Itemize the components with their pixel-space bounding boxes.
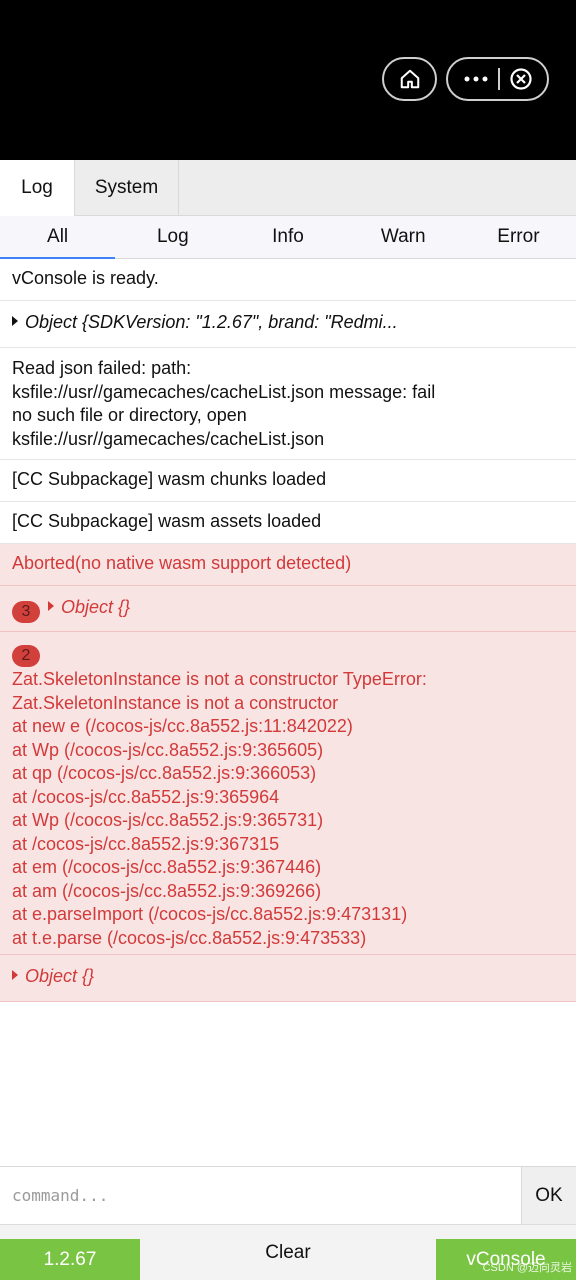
object-summary[interactable]: Object {SDKVersion: "1.2.67", brand: "Re… [25,312,398,332]
filter-error[interactable]: Error [461,216,576,258]
object-summary[interactable]: Object {} [61,597,130,617]
top-status-area [0,0,576,160]
log-text-line: no such file or directory, open [12,405,247,425]
log-filter-tabs: All Log Info Warn Error [0,216,576,259]
error-text: Aborted(no native wasm support detected) [12,553,352,573]
object-summary[interactable]: Object {} [25,966,94,986]
stack-line: at qp (/cocos-js/cc.8a552.js:9:366053) [12,763,317,783]
vconsole-toggle-button[interactable]: vConsole CSDN @迈向灵岩 [436,1239,576,1280]
clear-button[interactable]: Clear [140,1225,436,1280]
command-input[interactable] [0,1167,521,1224]
log-item-object[interactable]: Object {SDKVersion: "1.2.67", brand: "Re… [0,301,576,348]
log-item-error: Aborted(no native wasm support detected) [0,544,576,586]
expand-caret-icon[interactable] [12,316,18,326]
ok-button[interactable]: OK [521,1167,576,1224]
more-button[interactable] [463,75,489,83]
home-icon [399,68,421,90]
stack-line: at em (/cocos-js/cc.8a552.js:9:367446) [12,857,322,877]
stack-line: at Wp (/cocos-js/cc.8a552.js:9:365731) [12,810,324,830]
log-text: [CC Subpackage] wasm assets loaded [12,511,322,531]
log-text-line: ksfile://usr//gamecaches/cacheList.json [12,428,325,449]
capsule-divider [497,68,500,90]
menu-capsule [446,57,549,101]
stack-line: at Wp (/cocos-js/cc.8a552.js:9:365605) [12,739,324,760]
more-dots-icon [463,75,489,83]
log-item-error-object[interactable]: 3 Object {} [0,586,576,632]
watermark: CSDN @迈向灵岩 [482,1262,572,1274]
stack-line: at am (/cocos-js/cc.8a552.js:9:369266) [12,880,322,901]
close-button[interactable] [509,67,533,91]
log-text-line: Read json failed: path: [12,358,192,378]
stack-line: at new e (/cocos-js/cc.8a552.js:11:84202… [12,716,353,736]
filter-all[interactable]: All [0,216,116,259]
log-text: vConsole is ready. [12,268,159,288]
stack-line: Zat.SkeletonInstance is not a constructo… [12,692,339,713]
panel-tabs: Log System [0,160,576,216]
stack-line: at /cocos-js/cc.8a552.js:9:365964 [12,786,280,807]
repeat-count-badge: 2 [12,645,40,667]
filter-log[interactable]: Log [115,216,230,258]
stack-line: at e.parseImport (/cocos-js/cc.8a552.js:… [12,904,408,924]
log-item-error-object[interactable]: Object {} [0,955,576,1002]
stack-line: Zat.SkeletonInstance is not a constructo… [12,669,427,689]
log-text-line: ksfile://usr//gamecaches/cacheList.json … [12,381,436,402]
command-bar: OK [0,1166,576,1224]
expand-caret-icon[interactable] [12,970,18,980]
log-item-error-stack: 2 Zat.SkeletonInstance is not a construc… [0,632,576,955]
version-button[interactable]: 1.2.67 [0,1239,140,1280]
close-circle-icon [509,67,533,91]
stack-line: at /cocos-js/cc.8a552.js:9:367315 [12,833,280,854]
log-item: vConsole is ready. [0,259,576,301]
log-item: [CC Subpackage] wasm chunks loaded [0,460,576,502]
log-text: [CC Subpackage] wasm chunks loaded [12,469,327,489]
log-list: vConsole is ready. Object {SDKVersion: "… [0,259,576,1002]
repeat-count-badge: 3 [12,601,40,623]
tab-system[interactable]: System [75,160,179,216]
stack-line: at t.e.parse (/cocos-js/cc.8a552.js:9:47… [12,927,367,948]
tab-log[interactable]: Log [0,160,75,216]
bottom-toolbar: 1.2.67 Clear vConsole CSDN @迈向灵岩 [0,1224,576,1280]
expand-caret-icon[interactable] [48,601,54,611]
log-item: Read json failed: path: ksfile://usr//ga… [0,348,576,460]
filter-info[interactable]: Info [230,216,345,258]
log-item: [CC Subpackage] wasm assets loaded [0,502,576,544]
filter-warn[interactable]: Warn [346,216,461,258]
home-button[interactable] [382,57,437,101]
